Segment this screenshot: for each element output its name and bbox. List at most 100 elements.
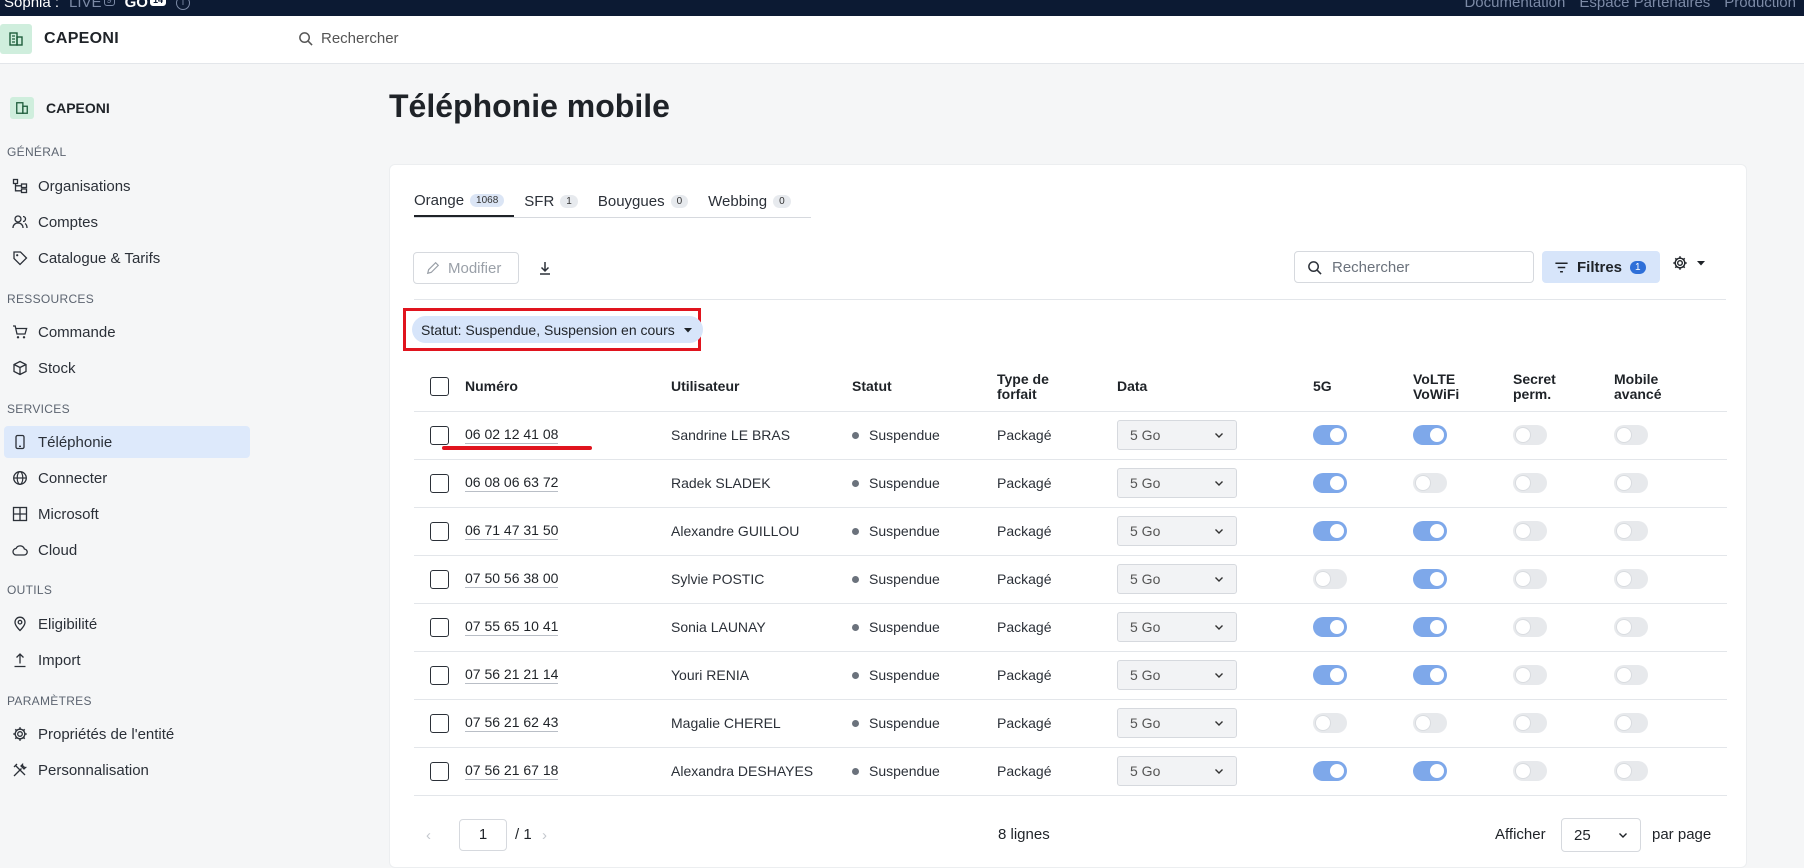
line-number-link[interactable]: 07 56 21 67 18 — [465, 762, 559, 780]
row-checkbox[interactable] — [430, 617, 449, 637]
row-checkbox[interactable] — [430, 713, 449, 733]
line-number-link[interactable]: 06 71 47 31 50 — [465, 522, 559, 540]
link-documentation[interactable]: Documentation — [1464, 0, 1565, 11]
col-secret[interactable]: Secret perm. — [1513, 363, 1614, 412]
toggle-secret[interactable] — [1513, 665, 1547, 685]
sidebar-item-organisations[interactable]: Organisations — [4, 170, 250, 202]
toggle-mobile-avance[interactable] — [1614, 425, 1648, 445]
toggle-volte[interactable] — [1413, 665, 1447, 685]
toggle-secret[interactable] — [1513, 617, 1547, 637]
toggle-mobile-avance[interactable] — [1614, 473, 1648, 493]
info-icon[interactable]: i — [175, 0, 190, 10]
table-row[interactable]: 07 55 65 10 41 Sonia LAUNAY Suspendue Packa… — [414, 603, 1727, 652]
row-checkbox[interactable] — [430, 521, 449, 541]
line-number-link[interactable]: 06 08 06 63 72 — [465, 474, 559, 492]
table-row[interactable]: 07 56 21 62 43 Magalie CHEREL Suspendue Pac… — [414, 699, 1727, 748]
per-page-select[interactable]: 25 — [1561, 818, 1641, 852]
toggle-volte[interactable] — [1413, 569, 1447, 589]
line-number-link[interactable]: 07 55 65 10 41 — [465, 618, 559, 636]
toggle-5g[interactable] — [1313, 473, 1347, 493]
toggle-secret[interactable] — [1513, 425, 1547, 445]
data-select[interactable]: 5 Go — [1117, 612, 1237, 642]
toggle-5g[interactable] — [1313, 521, 1347, 541]
sidebar-item-cloud[interactable]: Cloud — [4, 534, 250, 566]
sidebar-item-commande[interactable]: Commande — [4, 316, 250, 348]
toggle-mobile-avance[interactable] — [1614, 665, 1648, 685]
row-checkbox[interactable] — [430, 569, 449, 589]
toggle-volte[interactable] — [1413, 425, 1447, 445]
row-checkbox[interactable] — [430, 665, 449, 685]
toggle-volte[interactable] — [1413, 473, 1447, 493]
col-5g[interactable]: 5G — [1313, 363, 1413, 412]
sidebar-item-telephonie[interactable]: Téléphonie — [4, 426, 250, 458]
toggle-mobile-avance[interactable] — [1614, 569, 1648, 589]
link-espace-partenaires[interactable]: Espace Partenaires — [1579, 0, 1710, 11]
toggle-secret[interactable] — [1513, 521, 1547, 541]
toggle-5g[interactable] — [1313, 665, 1347, 685]
toggle-mobile-avance[interactable] — [1614, 521, 1648, 541]
data-select[interactable]: 5 Go — [1117, 660, 1237, 690]
table-row[interactable]: 07 56 21 67 18 Alexandra DESHAYES Suspendu… — [414, 747, 1727, 796]
col-statut[interactable]: Statut — [852, 363, 997, 412]
toggle-volte[interactable] — [1413, 617, 1447, 637]
data-select[interactable]: 5 Go — [1117, 468, 1237, 498]
toggle-secret[interactable] — [1513, 713, 1547, 733]
table-row[interactable]: 06 02 12 41 08 Sandrine LE BRAS Suspendue P… — [414, 411, 1727, 460]
data-select[interactable]: 5 Go — [1117, 708, 1237, 738]
tab-orange[interactable]: Orange 1068 — [414, 185, 515, 217]
modify-button[interactable]: Modifier — [413, 252, 519, 284]
sidebar-item-eligibilite[interactable]: Eligibilité — [4, 608, 250, 640]
select-all-checkbox[interactable] — [430, 377, 449, 397]
toggle-volte[interactable] — [1413, 713, 1447, 733]
table-search-input[interactable]: Rechercher — [1294, 251, 1534, 283]
toggle-mobile-avance[interactable] — [1614, 761, 1648, 781]
toggle-volte[interactable] — [1413, 761, 1447, 781]
env-live-tab[interactable]: LIVE 9 — [69, 0, 115, 11]
toggle-secret[interactable] — [1513, 761, 1547, 781]
col-numero[interactable]: Numéro — [465, 363, 671, 412]
toggle-5g[interactable] — [1313, 569, 1347, 589]
toggle-volte[interactable] — [1413, 521, 1447, 541]
table-row[interactable]: 06 71 47 31 50 Alexandre GUILLOU Suspendue… — [414, 507, 1727, 556]
toggle-mobile-avance[interactable] — [1614, 617, 1648, 637]
row-checkbox[interactable] — [430, 473, 449, 493]
sidebar-item-import[interactable]: Import — [4, 644, 250, 676]
sidebar-item-comptes[interactable]: Comptes — [4, 206, 250, 238]
sidebar-item-proprietes[interactable]: Propriétés de l'entité — [4, 718, 250, 750]
global-search[interactable]: Rechercher — [298, 30, 399, 47]
prev-page-button[interactable]: ‹ — [426, 827, 431, 844]
line-number-link[interactable]: 06 02 12 41 08 — [465, 426, 559, 444]
sidebar-item-catalogue[interactable]: Catalogue & Tarifs — [4, 242, 250, 274]
download-button[interactable] — [534, 257, 556, 279]
toggle-5g[interactable] — [1313, 425, 1347, 445]
column-settings-button[interactable] — [1672, 255, 1706, 271]
tab-sfr[interactable]: SFR 1 — [524, 185, 588, 217]
col-data[interactable]: Data — [1117, 363, 1313, 412]
next-page-button[interactable]: › — [542, 827, 547, 844]
toggle-secret[interactable] — [1513, 473, 1547, 493]
sidebar-item-connecter[interactable]: Connecter — [4, 462, 250, 494]
line-number-link[interactable]: 07 56 21 21 14 — [465, 666, 559, 684]
toggle-5g[interactable] — [1313, 713, 1347, 733]
toggle-mobile-avance[interactable] — [1614, 713, 1648, 733]
tab-webbing[interactable]: Webbing 0 — [708, 185, 801, 217]
status-filter-chip[interactable]: Statut: Suspendue, Suspension en cours — [412, 316, 703, 343]
line-number-link[interactable]: 07 50 56 38 00 — [465, 570, 559, 588]
data-select[interactable]: 5 Go — [1117, 516, 1237, 546]
tab-bouygues[interactable]: Bouygues 0 — [598, 185, 698, 217]
row-checkbox[interactable] — [430, 425, 449, 445]
data-select[interactable]: 5 Go — [1117, 564, 1237, 594]
table-row[interactable]: 07 50 56 38 00 Sylvie POSTIC Suspendue Pack… — [414, 555, 1727, 604]
brand[interactable]: CAPEONI — [0, 24, 119, 54]
data-select[interactable]: 5 Go — [1117, 420, 1237, 450]
sidebar-item-personnalisation[interactable]: Personnalisation — [4, 754, 250, 786]
col-mobile-avance[interactable]: Mobile avancé — [1614, 363, 1727, 412]
toggle-secret[interactable] — [1513, 569, 1547, 589]
org-selector[interactable]: CAPEONI — [10, 97, 110, 119]
link-production[interactable]: Production — [1724, 0, 1796, 11]
toggle-5g[interactable] — [1313, 617, 1347, 637]
col-utilisateur[interactable]: Utilisateur — [671, 363, 852, 412]
col-volte[interactable]: VoLTE VoWiFi — [1413, 363, 1513, 412]
table-row[interactable]: 07 56 21 21 14 Youri RENIA Suspendue Packag… — [414, 651, 1727, 700]
filters-button[interactable]: Filtres 1 — [1542, 251, 1660, 283]
